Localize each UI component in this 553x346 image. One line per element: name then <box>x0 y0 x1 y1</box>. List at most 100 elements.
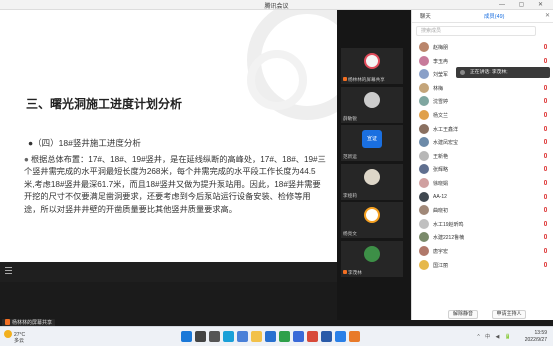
member-row[interactable]: 唐宇宏 <box>412 244 553 258</box>
muted-mic-icon <box>544 207 547 213</box>
member-name: 国江丽 <box>433 262 449 269</box>
decor-circle-small <box>247 50 307 110</box>
member-name: 杨文兰 <box>433 112 449 119</box>
slide-body-text: 根据总体布置：17#、18#、19#竖井，是在延线纵断的高峰处，17#、18#、… <box>24 155 326 214</box>
weather-widget[interactable]: 27°C 多云 <box>4 330 25 344</box>
muted-mic-icon <box>544 234 547 240</box>
member-row[interactable]: AA-12 <box>412 190 553 204</box>
request-host-button[interactable]: 申请主持人 <box>492 310 526 319</box>
participant-name-text: 李茂林 <box>348 269 362 275</box>
muted-mic-icon <box>544 139 547 145</box>
weather-desc: 多云 <box>14 338 25 344</box>
member-row[interactable]: 水建凤宏宝 <box>412 135 553 149</box>
edge-icon[interactable] <box>223 331 234 342</box>
start-icon[interactable] <box>181 331 192 342</box>
unmute-button[interactable]: 解除静音 <box>448 310 478 319</box>
speaker-avatar <box>460 70 465 75</box>
taskbar-clock[interactable]: 13:59 2022/9/27 <box>525 330 547 343</box>
member-name: AA-12 <box>433 193 447 200</box>
member-panel: 聊天 成员(49) ✕ 搜索成员 赵梅朋李玉冉刘莹军林梅 沈雪婷杨文兰水工王鑫洋水… <box>411 10 553 320</box>
member-name: 徐晓娟 <box>433 180 449 187</box>
member-avatar <box>419 42 429 52</box>
mic-icon <box>343 77 347 81</box>
member-name: 赵梅朋 <box>433 45 449 51</box>
video-tile[interactable]: 薛敏锐 <box>341 86 403 123</box>
member-avatar <box>419 232 429 243</box>
panel-buttons: 解除静音 申请主持人 <box>412 310 553 320</box>
member-name: 刘莹军 <box>433 72 449 79</box>
member-avatar <box>419 150 429 161</box>
member-row[interactable]: 沈雪婷 <box>412 94 553 108</box>
muted-mic-icon <box>544 166 547 172</box>
mic-icon <box>5 319 10 325</box>
member-row[interactable]: 曲晓初 <box>412 203 553 217</box>
participant-avatar <box>364 168 380 185</box>
tab-chat[interactable]: 聊天 <box>420 12 431 20</box>
member-row[interactable]: 李玉冉 <box>412 54 553 68</box>
mail-icon[interactable] <box>265 331 276 342</box>
menu-icon[interactable] <box>5 267 12 274</box>
shared-slide: 三、曙光洞施工进度计划分析 ●（四）18#竖井施工进度分析 ● 根据总体布置：17… <box>0 10 337 282</box>
explorer-icon[interactable] <box>251 331 262 342</box>
muted-mic-icon <box>544 57 547 63</box>
app-word-icon[interactable] <box>321 331 332 342</box>
member-row[interactable]: 王新艳 <box>412 149 553 163</box>
member-avatar <box>419 177 429 188</box>
member-name: 水建2212鲁楠 <box>433 235 465 242</box>
participant-name: 范新运 <box>343 154 357 160</box>
participant-avatar <box>364 245 380 262</box>
member-row[interactable]: 国江丽 <box>412 258 553 272</box>
search-icon[interactable] <box>195 331 206 342</box>
member-name: 李玉冉 <box>433 58 449 65</box>
bullet: ● <box>24 155 29 164</box>
video-tile[interactable]: 宣证 范新运 <box>341 125 403 161</box>
app-orange-icon[interactable] <box>349 331 360 342</box>
muted-mic-icon <box>544 84 547 90</box>
muted-mic-icon <box>544 261 547 267</box>
muted-mic-icon <box>544 152 547 158</box>
member-name: 曲晓初 <box>433 208 449 215</box>
close-icon[interactable]: ✕ <box>545 12 550 19</box>
member-search-input[interactable]: 搜索成员 <box>416 26 536 36</box>
member-avatar <box>419 82 429 93</box>
mic-icon <box>343 269 347 274</box>
participant-name: 杨林林的屏幕共享 <box>343 77 385 83</box>
member-row[interactable]: 水工19赵昕鸣 <box>412 217 553 231</box>
video-tile[interactable]: 李茂林 <box>341 240 403 277</box>
member-row[interactable]: 赵梅朋 <box>412 40 553 54</box>
member-row[interactable]: 徐晓娟 <box>412 176 553 190</box>
member-avatar <box>419 164 429 175</box>
member-avatar <box>419 137 429 148</box>
app-meeting-icon[interactable] <box>335 331 346 342</box>
tab-members[interactable]: 成员(49) <box>484 12 504 20</box>
windows-taskbar: 27°C 多云 ^ 中 ◀ 🔋 13:59 2022/9/27 <box>0 326 553 346</box>
window-controls[interactable]: — ▢ ✕ <box>499 1 549 8</box>
member-avatar <box>419 96 429 107</box>
muted-mic-icon <box>544 125 547 131</box>
member-name: 水工19赵昕鸣 <box>433 221 464 228</box>
member-row[interactable]: 水工王鑫洋 <box>412 122 553 136</box>
speaking-indicator: 正在讲话: 李茂林; <box>456 67 550 78</box>
system-tray[interactable]: ^ 中 ◀ 🔋 <box>477 333 513 340</box>
app-green-icon[interactable] <box>279 331 290 342</box>
member-row[interactable]: 林梅 <box>412 81 553 95</box>
app-blue-icon[interactable] <box>293 331 304 342</box>
participant-name: 薛敏锐 <box>343 116 357 122</box>
store-icon[interactable] <box>237 331 248 342</box>
video-tile[interactable]: 李娅莉 <box>341 163 403 200</box>
toolbar-strip <box>0 262 337 282</box>
member-row[interactable]: 水建2212鲁楠 <box>412 230 553 244</box>
participant-name-text: 李娅莉 <box>343 192 357 198</box>
participant-name: 李娅莉 <box>343 193 357 199</box>
member-row[interactable]: 张辉略 <box>412 162 553 176</box>
member-row[interactable]: 杨文兰 <box>412 108 553 122</box>
video-tile[interactable]: 杨亮文 <box>341 202 403 238</box>
video-tile[interactable]: 杨林林的屏幕共享 <box>341 48 403 84</box>
participant-name-text: 杨亮文 <box>343 231 357 236</box>
muted-mic-icon <box>544 193 547 199</box>
participant-avatar <box>364 207 380 223</box>
clock-date: 2022/9/27 <box>524 336 547 343</box>
member-name: 水工王鑫洋 <box>433 126 459 133</box>
app-red-icon[interactable] <box>307 331 318 342</box>
taskview-icon[interactable] <box>209 331 220 342</box>
